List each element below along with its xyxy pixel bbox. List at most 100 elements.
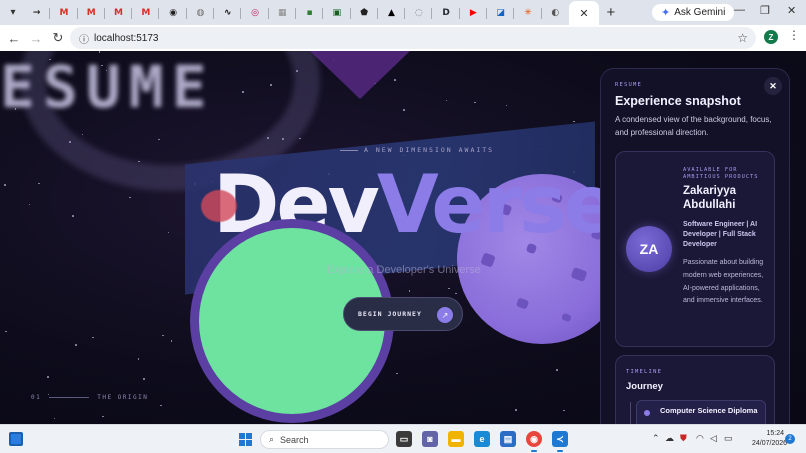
task-view-icon[interactable]: ▭ (396, 431, 412, 447)
profile-avatar[interactable]: Z (764, 30, 778, 44)
bookmark-star-icon[interactable]: ☆ (737, 31, 748, 45)
star-dot (474, 101, 476, 104)
browser-tab[interactable]: ▲ (378, 2, 406, 24)
address-bar[interactable]: ⓘ localhost:5173 ☆ (70, 27, 756, 49)
browser-tab[interactable]: ▦ (269, 2, 297, 24)
chrome-icon[interactable]: ◉ (526, 431, 542, 447)
battery-icon[interactable]: ▭ (724, 433, 733, 444)
timeline-card: TIMELINE Journey Computer Science Diplom… (615, 355, 775, 424)
blurred-background-word: ESUME (0, 53, 215, 121)
browser-tab[interactable]: M (132, 2, 160, 24)
browser-tab[interactable]: ◪ (487, 2, 515, 24)
close-panel-button[interactable]: ✕ (764, 77, 782, 95)
browser-tab[interactable]: M (78, 2, 106, 24)
gmail-icon: M (141, 7, 151, 18)
edge-icon[interactable]: e (474, 431, 490, 447)
browser-tab[interactable]: M (105, 2, 133, 24)
browser-tab[interactable]: ▪ (296, 2, 324, 24)
wifi-icon[interactable]: ◠ (696, 433, 704, 444)
star-dot (75, 344, 77, 346)
timeline-title: Journey (626, 381, 663, 392)
notification-badge[interactable]: 2 (785, 434, 795, 444)
teams-icon[interactable]: ◙ (422, 431, 438, 447)
hero-title-verse: Verse (376, 158, 618, 251)
site-info-icon[interactable]: ⓘ (74, 31, 94, 46)
star-dot (72, 215, 74, 217)
menu-icon[interactable]: ⋮ (788, 28, 800, 42)
timeline-item-title: Computer Science Diploma (660, 406, 758, 415)
star-dot (445, 99, 448, 102)
forward-icon[interactable]: → (25, 31, 47, 46)
d-icon: D (442, 7, 450, 18)
chevron-up-icon[interactable]: ⌃ (652, 433, 660, 444)
clock-time: 15:24 (766, 430, 784, 437)
volume-icon[interactable]: ◁ (710, 433, 717, 444)
star-dot (38, 182, 40, 185)
store-icon[interactable]: ▤ (500, 431, 516, 447)
ask-gemini-button[interactable]: ✦ Ask Gemini (652, 4, 735, 21)
terminal-icon: ▣ (332, 7, 342, 18)
close-tab-icon[interactable]: ✕ (579, 7, 588, 20)
timeline-eyebrow: TIMELINE (626, 369, 663, 375)
ask-gemini-label: Ask Gemini (674, 7, 726, 18)
settings-icon: ◌ (414, 7, 423, 18)
back-icon[interactable]: ← (3, 31, 25, 46)
file-explorer-icon[interactable]: ▬ (448, 431, 464, 447)
browser-tab[interactable]: ✳ (514, 2, 542, 24)
close-window-icon[interactable]: ✕ (787, 4, 796, 17)
url-text[interactable]: localhost:5173 (94, 33, 159, 44)
browser-tab[interactable]: M (50, 2, 78, 24)
browser-tab[interactable]: ▶ (460, 2, 488, 24)
widgets-icon[interactable] (9, 432, 23, 446)
tab-search-button[interactable]: ▾ (3, 3, 23, 23)
star-dot (4, 184, 6, 186)
begin-journey-button[interactable]: BEGIN JOURNEY ↗ (343, 297, 463, 331)
browser-tab[interactable]: D (432, 2, 461, 24)
chart-icon: ◪ (496, 7, 505, 18)
browser-tab[interactable]: ◌ (405, 2, 433, 24)
star-dot (167, 231, 170, 234)
star-dot (396, 372, 398, 375)
shield-icon: ⬟ (360, 7, 369, 18)
star-dot (573, 120, 575, 123)
star-dot (455, 292, 457, 295)
restore-icon[interactable]: ❐ (760, 4, 770, 17)
windows-start-icon[interactable] (239, 433, 252, 446)
star-dot (102, 415, 104, 418)
browser-tab[interactable]: ▣ (323, 2, 351, 24)
reload-icon[interactable]: ↻ (47, 30, 69, 46)
browser-tab[interactable]: ◐ (542, 2, 569, 24)
browser-tab[interactable]: ⬟ (351, 2, 379, 24)
vscode-icon[interactable]: ≺ (552, 431, 568, 447)
browser-tab[interactable]: ◍ (187, 2, 215, 24)
search-icon: ⌕ (269, 434, 275, 444)
star-dot (92, 336, 94, 339)
timeline-item[interactable]: Computer Science Diploma (636, 400, 766, 424)
browser-tab[interactable]: ∿ (214, 2, 242, 24)
minimize-icon[interactable]: — (734, 4, 745, 16)
section-divider (49, 397, 90, 398)
browser-tab[interactable]: ◎ (241, 2, 269, 24)
star-dot (448, 287, 450, 290)
github-icon: ◉ (169, 7, 178, 18)
star-dot (408, 290, 411, 292)
taskbar-search[interactable]: ⌕ Search (260, 430, 389, 449)
profile-card: ZA AVAILABLE FOR AMBITIOUS PRODUCTS Zaka… (615, 151, 775, 347)
red-moon (201, 190, 237, 222)
globe-icon: ◐ (551, 7, 560, 18)
security-icon[interactable]: ⛊ (680, 433, 687, 444)
system-clock[interactable]: 15:24 24/07/2026 (752, 429, 788, 449)
timeline-line (630, 402, 631, 424)
browser-tab-active[interactable]: ✕ (568, 1, 599, 25)
star-dot (143, 378, 145, 380)
dev-icon: ∿ (223, 7, 232, 18)
star-dot (28, 203, 31, 206)
browser-tab[interactable]: → (23, 2, 51, 24)
onedrive-icon[interactable]: ☁ (665, 433, 674, 444)
grid-icon: ▦ (278, 7, 287, 18)
browser-tab[interactable]: ◉ (159, 2, 188, 24)
clock-date: 24/07/2026 (752, 440, 788, 447)
star-dot (505, 104, 508, 107)
star-dot (5, 330, 7, 333)
new-tab-button[interactable]: + (599, 4, 623, 21)
